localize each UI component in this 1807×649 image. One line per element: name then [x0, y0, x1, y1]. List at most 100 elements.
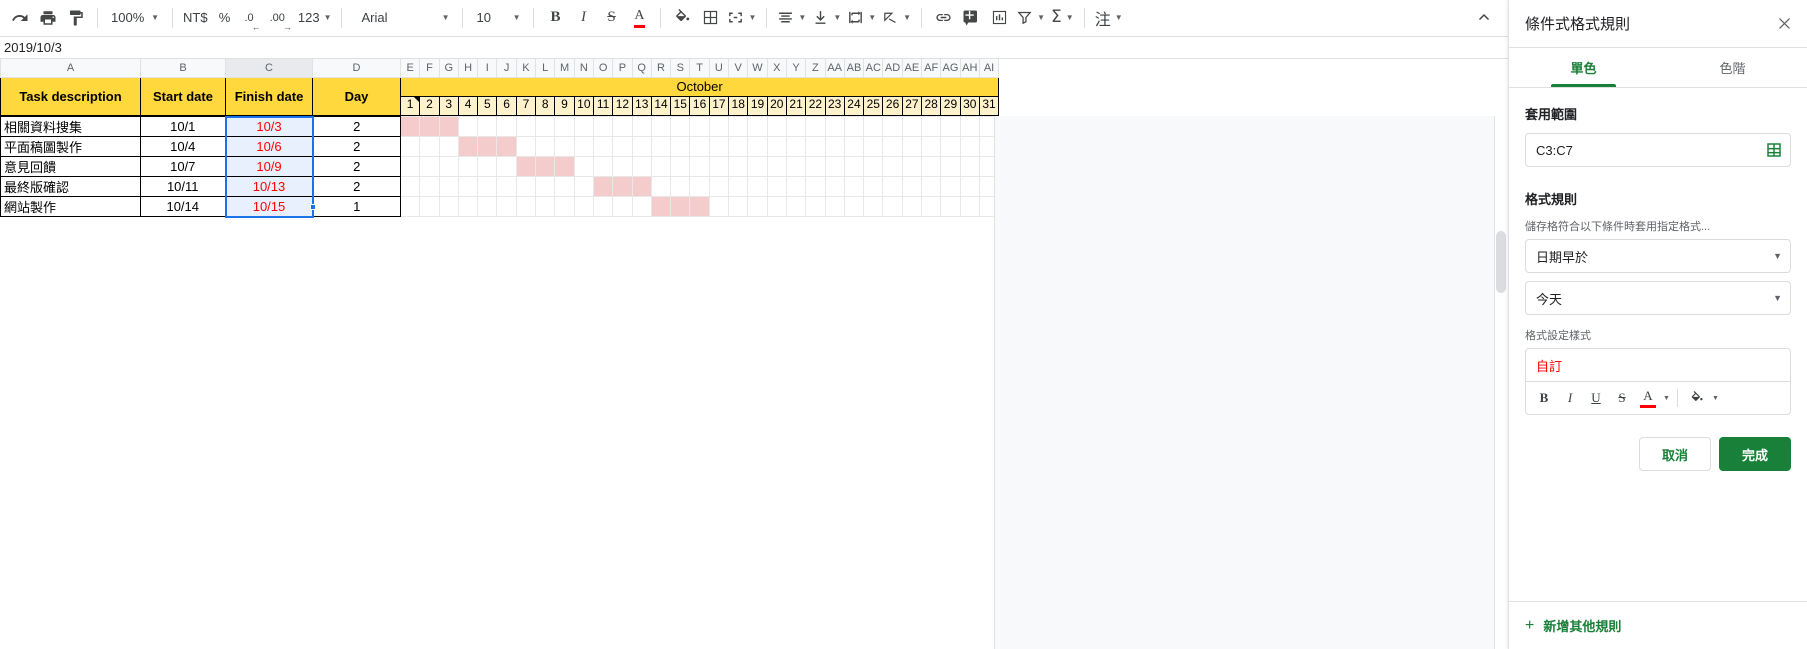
column-header-K[interactable]: K — [515, 59, 537, 78]
gantt-empty-cell[interactable] — [728, 196, 749, 217]
gantt-empty-cell[interactable] — [901, 116, 923, 137]
gantt-empty-cell[interactable] — [766, 136, 787, 157]
gantt-empty-cell[interactable] — [747, 116, 768, 137]
vertical-scrollbar-thumb[interactable] — [1496, 231, 1506, 293]
column-header-R[interactable]: R — [650, 59, 672, 78]
cell-day-count[interactable]: 2 — [312, 156, 401, 177]
gantt-empty-cell[interactable] — [882, 136, 903, 157]
text-color-button[interactable]: A — [625, 4, 653, 32]
redo-icon[interactable] — [6, 4, 34, 32]
style-underline-button[interactable]: U — [1584, 386, 1608, 410]
gantt-empty-cell[interactable] — [554, 136, 575, 157]
gantt-bar-cell[interactable] — [670, 196, 691, 217]
gantt-empty-cell[interactable] — [708, 156, 730, 177]
style-italic-button[interactable]: I — [1558, 386, 1582, 410]
formula-bar[interactable]: 2019/10/3 — [0, 36, 1508, 59]
gantt-empty-cell[interactable] — [535, 196, 556, 217]
insert-link-icon[interactable] — [929, 4, 957, 32]
gantt-empty-cell[interactable] — [805, 136, 826, 157]
filter-icon[interactable]: ▼ — [1013, 4, 1048, 32]
insert-comment-icon[interactable] — [957, 4, 985, 32]
gantt-bar-cell[interactable] — [419, 116, 440, 137]
gantt-empty-cell[interactable] — [477, 156, 498, 177]
gantt-empty-cell[interactable] — [419, 176, 440, 197]
text-rotation-icon[interactable]: ▼ — [879, 4, 914, 32]
gantt-empty-cell[interactable] — [496, 176, 517, 197]
column-header-U[interactable]: U — [708, 59, 730, 78]
formatting-style-preview[interactable]: 自訂 — [1526, 349, 1790, 382]
gantt-empty-cell[interactable] — [824, 176, 845, 197]
gantt-empty-cell[interactable] — [399, 156, 421, 177]
gantt-empty-cell[interactable] — [747, 176, 768, 197]
gantt-empty-cell[interactable] — [940, 176, 961, 197]
cell-finish-date[interactable]: 10/6 — [224, 136, 314, 157]
gantt-bar-cell[interactable] — [515, 156, 537, 177]
cell-task-description[interactable]: 網站製作 — [0, 196, 141, 217]
currency-format-button[interactable]: NT$ — [180, 4, 211, 32]
gantt-empty-cell[interactable] — [766, 196, 787, 217]
gantt-bar-cell[interactable] — [689, 196, 710, 217]
chevron-down-icon[interactable]: ▼ — [1712, 395, 1719, 402]
gantt-empty-cell[interactable] — [650, 136, 672, 157]
gantt-empty-cell[interactable] — [631, 116, 652, 137]
column-header-AF[interactable]: AF — [921, 59, 942, 78]
gantt-bar-cell[interactable] — [438, 116, 459, 137]
gantt-empty-cell[interactable] — [457, 176, 479, 197]
gantt-empty-cell[interactable] — [438, 156, 459, 177]
gantt-empty-cell[interactable] — [612, 116, 633, 137]
column-header-AC[interactable]: AC — [863, 59, 884, 78]
gantt-empty-cell[interactable] — [708, 116, 730, 137]
column-header-F[interactable]: F — [419, 59, 440, 78]
gantt-empty-cell[interactable] — [805, 156, 826, 177]
column-header-A[interactable]: A — [0, 59, 141, 78]
gantt-empty-cell[interactable] — [457, 196, 479, 217]
column-header-L[interactable]: L — [535, 59, 556, 78]
cell-start-date[interactable]: 10/7 — [140, 156, 226, 177]
column-header-D[interactable]: D — [312, 59, 401, 78]
gantt-empty-cell[interactable] — [631, 136, 652, 157]
gantt-empty-cell[interactable] — [785, 156, 807, 177]
gantt-empty-cell[interactable] — [457, 156, 479, 177]
gantt-empty-cell[interactable] — [515, 196, 537, 217]
text-wrapping-icon[interactable]: ▼ — [844, 4, 879, 32]
percent-format-button[interactable]: % — [211, 4, 239, 32]
gantt-empty-cell[interactable] — [805, 116, 826, 137]
column-header-AB[interactable]: AB — [843, 59, 865, 78]
gantt-empty-cell[interactable] — [419, 136, 440, 157]
gantt-empty-cell[interactable] — [708, 176, 730, 197]
gantt-empty-cell[interactable] — [689, 176, 710, 197]
font-family-selector[interactable]: Arial ▼ — [355, 4, 455, 32]
column-header-V[interactable]: V — [728, 59, 749, 78]
cell-finish-date[interactable]: 10/9 — [224, 156, 314, 177]
gantt-empty-cell[interactable] — [843, 176, 865, 197]
italic-button[interactable]: I — [569, 4, 597, 32]
range-input[interactable]: C3:C7 — [1525, 133, 1791, 167]
column-header-AA[interactable]: AA — [824, 59, 845, 78]
add-another-rule-button[interactable]: + 新增其他規則 — [1525, 616, 1791, 635]
cell-finish-date[interactable]: 10/3 — [224, 115, 314, 137]
cell-task-description[interactable]: 平面稿圖製作 — [0, 136, 141, 157]
gantt-empty-cell[interactable] — [496, 196, 517, 217]
style-fill-color-icon[interactable] — [1685, 386, 1709, 410]
gantt-empty-cell[interactable] — [785, 136, 807, 157]
gantt-empty-cell[interactable] — [901, 136, 923, 157]
gantt-empty-cell[interactable] — [882, 196, 903, 217]
gantt-empty-cell[interactable] — [805, 196, 826, 217]
gantt-empty-cell[interactable] — [863, 176, 884, 197]
gantt-empty-cell[interactable] — [921, 196, 942, 217]
gantt-empty-cell[interactable] — [824, 136, 845, 157]
gantt-empty-cell[interactable] — [631, 156, 652, 177]
gantt-empty-cell[interactable] — [438, 176, 459, 197]
gantt-empty-cell[interactable] — [940, 156, 961, 177]
column-header-E[interactable]: E — [399, 59, 421, 78]
gantt-empty-cell[interactable] — [612, 136, 633, 157]
gantt-empty-cell[interactable] — [843, 116, 865, 137]
gantt-empty-cell[interactable] — [573, 136, 594, 157]
gantt-empty-cell[interactable] — [863, 156, 884, 177]
increase-decimal-button[interactable]: .00 → — [267, 4, 295, 32]
gantt-empty-cell[interactable] — [882, 156, 903, 177]
style-bold-button[interactable]: B — [1532, 386, 1556, 410]
cell-finish-date[interactable]: 10/13 — [224, 176, 314, 197]
gantt-empty-cell[interactable] — [863, 196, 884, 217]
gantt-empty-cell[interactable] — [959, 176, 980, 197]
